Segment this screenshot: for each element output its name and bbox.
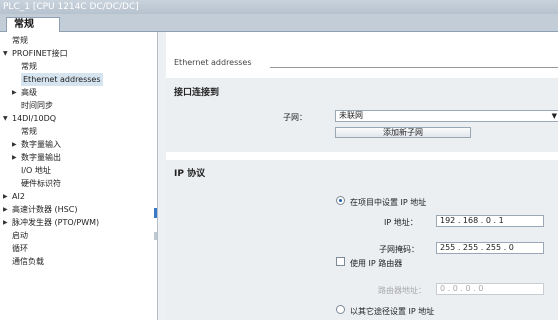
nav-item[interactable]: ▶ AI2 [0,190,157,203]
collapsed-arrow-icon[interactable]: ▶ [12,138,17,151]
ip-protocol-panel: IP 协议 在项目中设置 IP 地址 IP 地址： 192 . 168 . 0 … [166,160,558,320]
collapsed-arrow-icon[interactable]: ▶ [3,203,8,216]
subnet-mask-label: 子网掩码： [379,245,419,254]
add-subnet-button[interactable]: 添加新子网 [335,127,471,138]
nav-item[interactable]: 通信负载 [0,255,157,268]
chevron-down-icon[interactable]: ▼ [552,111,557,121]
nav-item[interactable]: ▼ 14DI/10DQ [0,112,157,125]
subnet-mask-field[interactable]: 255 . 255 . 255 . 0 [436,242,544,254]
splitter[interactable] [158,32,166,320]
ip-octet-2: 168 [462,216,479,225]
nav-item-label: 高速计数器 (HSC) [12,205,78,214]
radio-other-ip[interactable] [336,305,345,314]
subnet-label: 子网： [283,113,307,122]
nav-item[interactable]: 时间同步 [0,99,157,112]
expanded-arrow-icon[interactable]: ▼ [3,112,8,125]
nav-item[interactable]: 常规 [0,34,157,47]
subnet-select[interactable]: 未联网 ▼ [335,110,558,122]
nav-item[interactable]: ▶ 高级 [0,86,157,99]
selection-marker [154,208,157,218]
section-divider [270,67,558,68]
nav-item[interactable]: 硬件标识符 [0,177,157,190]
ip-octet-1: 192 [440,216,456,225]
radio-other-ip-label: 以其它途径设置 IP 地址 [350,307,435,316]
tab-strip: 常规 [0,14,558,33]
router-address-label: 路由器地址： [378,286,426,295]
ip-address-field[interactable]: 192 . 168 . 0 . 1 [436,215,544,227]
nav-item[interactable]: ▶ 数字量输出 [0,151,157,164]
mask-octet-1: 255 [440,243,456,252]
use-router-label: 使用 IP 路由器 [350,259,403,268]
mask-octet-3: 255 [485,243,502,252]
nav-item-label: 硬件标识符 [21,179,61,188]
radio-project-ip[interactable] [336,196,345,205]
interface-panel: 接口连接到 子网： 未联网 ▼ 添加新子网 [166,78,558,152]
router-octet-2: 0 [452,284,458,293]
ip-address-label: IP 地址： [384,218,418,227]
window-title: PLC_1 [CPU 1214C DC/DC/DC] [0,0,558,14]
nav-item-label: 常规 [21,62,37,71]
interface-panel-title: 接口连接到 [174,88,220,98]
nav-item-label: 数字量输出 [21,153,61,162]
nav-item[interactable]: 启动 [0,229,157,242]
nav-item[interactable]: ▶ 数字量输入 [0,138,157,151]
mask-octet-2: 255 [462,243,479,252]
nav-item[interactable]: 常规 [0,125,157,138]
nav-item[interactable]: I/O 地址 [0,164,157,177]
ip-protocol-title: IP 协议 [174,169,206,179]
collapsed-arrow-icon[interactable]: ▶ [3,190,8,203]
properties-content: Ethernet addresses 接口连接到 子网： 未联网 ▼ 添加新子网… [166,32,558,320]
radio-project-ip-label: 在项目中设置 IP 地址 [350,198,427,207]
router-octet-1: 0 [440,284,446,293]
nav-item-label: 时间同步 [21,101,53,110]
nav-item[interactable]: 循环 [0,242,157,255]
nav-item-label: 数字量输入 [21,140,61,149]
section-heading: Ethernet addresses [174,58,252,67]
use-router-checkbox[interactable] [336,257,345,266]
ip-octet-3: 0 [485,216,491,225]
collapsed-arrow-icon[interactable]: ▶ [12,151,17,164]
nav-item-label: 14DI/10DQ [12,114,57,123]
router-address-field: 0 . 0 . 0 . 0 [436,283,544,295]
nav-item[interactable]: ▼ PROFINET接口 [0,47,157,60]
nav-item-label: 常规 [21,127,37,136]
tab-general[interactable]: 常规 [6,17,60,33]
nav-item-label: 常规 [12,36,28,45]
nav-item-label: I/O 地址 [21,166,51,175]
nav-item[interactable]: Ethernet addresses [0,73,157,86]
nav-item-label: Ethernet addresses [21,73,103,86]
property-navigation: 常规 ▼ PROFINET接口 常规 Ethernet addresses ▶ 高级 时间同步… [0,32,158,320]
router-octet-4: 0 [478,284,484,293]
collapsed-arrow-icon[interactable]: ▶ [3,216,8,229]
router-octet-3: 0 [465,284,471,293]
expanded-arrow-icon[interactable]: ▼ [3,47,8,60]
nav-item-label: 循环 [12,244,28,253]
nav-item[interactable]: ▶ 高速计数器 (HSC) [0,203,157,216]
nav-item[interactable]: ▶ 脉冲发生器 (PTO/PWM) [0,216,157,229]
subnet-value: 未联网 [339,111,363,120]
nav-item-label: AI2 [12,192,25,201]
nav-item[interactable]: 常规 [0,60,157,73]
nav-item-label: 通信负载 [12,257,44,266]
nav-item-label: 启动 [12,231,28,240]
nav-item-label: 高级 [21,88,37,97]
nav-item-label: PROFINET接口 [12,49,68,58]
mask-octet-4: 0 [508,243,514,252]
nav-item-label: 脉冲发生器 (PTO/PWM) [12,218,100,227]
scroll-marker [154,232,157,240]
collapsed-arrow-icon[interactable]: ▶ [12,86,17,99]
ip-octet-4: 1 [498,216,504,225]
